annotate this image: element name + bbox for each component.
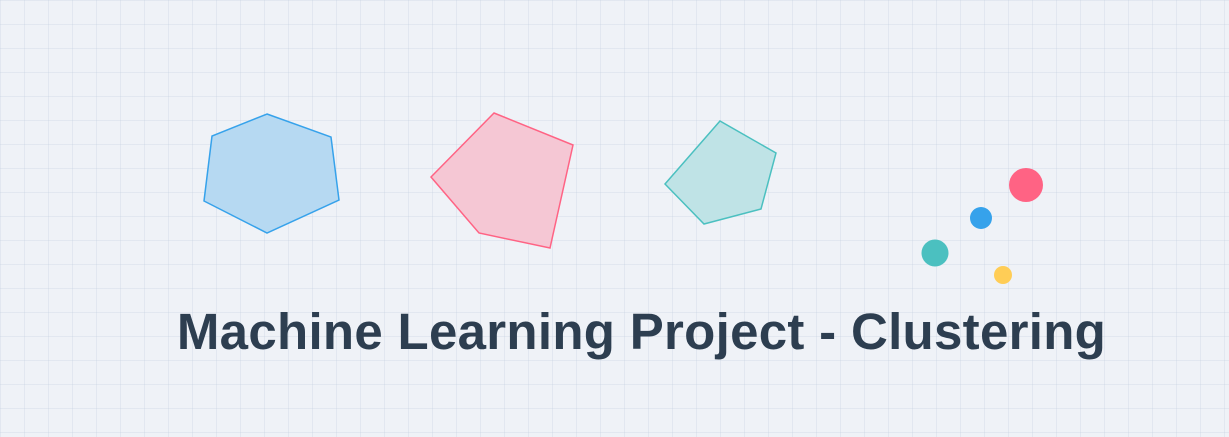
point-yellow: [994, 266, 1012, 284]
page-title: Machine Learning Project - Clustering: [176, 303, 1107, 360]
pentagon-small-shape: [663, 120, 777, 225]
pentagon-large-shape: [429, 112, 574, 249]
point-teal: [921, 239, 949, 267]
point-pink: [1009, 168, 1043, 202]
point-blue: [970, 207, 992, 229]
hexagon-shape: [203, 113, 340, 234]
illustration-canvas: [203, 112, 1043, 284]
